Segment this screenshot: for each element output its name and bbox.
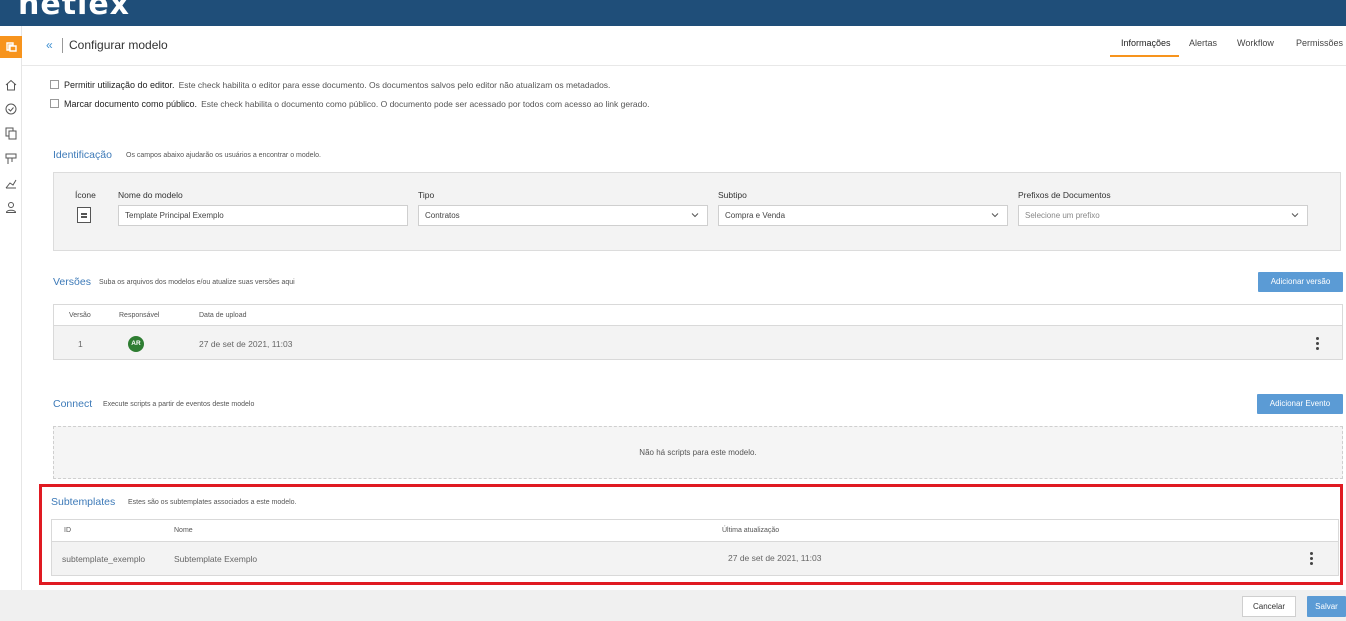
chevron-down-icon: [691, 213, 699, 218]
sidebar-item-templates[interactable]: [0, 36, 22, 58]
kanban-icon[interactable]: [4, 152, 18, 166]
column-header-versao: Versão: [69, 312, 91, 319]
column-header-nome: Nome: [174, 527, 193, 534]
tipo-value: Contratos: [425, 211, 460, 220]
version-number: 1: [78, 339, 83, 349]
documents-icon[interactable]: [4, 126, 18, 140]
subtipo-value: Compra e Venda: [725, 211, 786, 220]
subtemplate-name: Subtemplate Exemplo: [174, 554, 258, 564]
connect-title: Connect: [53, 398, 93, 410]
icon-label: Ícone: [75, 190, 96, 200]
subtemplate-id: subtemplate_exemplo: [62, 554, 146, 564]
header-divider: [62, 38, 63, 53]
versoes-table: Versão Responsável Data de upload 1 AR 2…: [53, 304, 1343, 360]
upload-date: 27 de set de 2021, 11:03: [199, 339, 293, 349]
approval-icon[interactable]: [4, 102, 18, 116]
page-title: Configurar modelo: [69, 38, 168, 52]
subtipo-label: Subtipo: [718, 190, 747, 200]
nome-input[interactable]: Template Principal Exemplo: [118, 205, 408, 226]
public-option-description: Este check habilita o documento como púb…: [201, 99, 650, 109]
netlex-logo[interactable]: netlex: [18, 0, 130, 22]
subtipo-select[interactable]: Compra e Venda: [718, 205, 1008, 226]
connect-description: Execute scripts a partir de eventos dest…: [103, 401, 255, 408]
save-button[interactable]: Salvar: [1307, 596, 1346, 617]
empty-state-text: Não há scripts para este modelo.: [639, 448, 757, 457]
subtemplates-description: Estes são os subtemplates associados a e…: [128, 499, 297, 506]
versoes-title: Versões: [53, 276, 91, 288]
column-header-id: ID: [64, 527, 71, 534]
reports-icon[interactable]: [4, 176, 18, 190]
subtemplates-table: ID Nome Última atualização subtemplate_e…: [51, 519, 1339, 576]
editor-option-description: Este check habilita o editor para esse d…: [178, 80, 611, 90]
prefixos-placeholder: Selecione um prefixo: [1025, 211, 1100, 220]
sidebar: [0, 26, 22, 621]
footer-bar: Cancelar Salvar: [0, 590, 1346, 621]
public-checkbox[interactable]: [50, 99, 59, 108]
table-row[interactable]: 1 AR 27 de set de 2021, 11:03: [54, 325, 1342, 359]
back-button[interactable]: «: [46, 38, 53, 52]
identificacao-panel: Ícone Nome do modelo Template Principal …: [53, 172, 1341, 251]
avatar: AR: [128, 336, 144, 352]
tab-alertas[interactable]: Alertas: [1189, 38, 1217, 48]
subtemplate-updated: 27 de set de 2021, 11:03: [728, 553, 822, 563]
add-version-button[interactable]: Adicionar versão: [1258, 272, 1343, 292]
active-tab-indicator: [1110, 55, 1179, 57]
tipo-select[interactable]: Contratos: [418, 205, 708, 226]
top-bar: netlex: [0, 0, 1346, 26]
chevron-down-icon: [1291, 213, 1299, 218]
editor-option-label: Permitir utilização do editor.: [64, 80, 175, 90]
tipo-label: Tipo: [418, 190, 435, 200]
more-options-icon[interactable]: [1310, 552, 1314, 566]
user-icon[interactable]: [4, 200, 18, 214]
column-header-responsavel: Responsável: [119, 312, 160, 319]
templates-icon: [4, 40, 18, 54]
identificacao-title: Identificação: [53, 149, 112, 161]
document-icon[interactable]: [77, 207, 91, 223]
public-option: Marcar documento como público. Este check…: [64, 99, 649, 109]
tab-workflow[interactable]: Workflow: [1237, 38, 1274, 48]
add-event-button[interactable]: Adicionar Evento: [1257, 394, 1343, 414]
page-header: « Configurar modelo Informações Alertas …: [22, 26, 1346, 66]
cancel-button[interactable]: Cancelar: [1242, 596, 1296, 617]
prefixos-label: Prefixos de Documentos: [1018, 190, 1111, 200]
tab-informacoes[interactable]: Informações: [1121, 38, 1171, 48]
connect-empty-state: Não há scripts para este modelo.: [53, 426, 1343, 479]
more-options-icon[interactable]: [1316, 337, 1320, 351]
column-header-data: Data de upload: [199, 312, 247, 319]
nome-label: Nome do modelo: [118, 190, 183, 200]
table-row[interactable]: subtemplate_exemplo Subtemplate Exemplo …: [52, 541, 1338, 575]
chevron-down-icon: [991, 213, 999, 218]
editor-checkbox[interactable]: [50, 80, 59, 89]
home-icon[interactable]: [4, 78, 18, 92]
editor-option: Permitir utilização do editor. Este check…: [64, 80, 610, 90]
versoes-description: Suba os arquivos dos modelos e/ou atuali…: [99, 279, 295, 286]
column-header-ultima-atualizacao: Última atualização: [722, 527, 780, 534]
tab-permissoes[interactable]: Permissões: [1296, 38, 1343, 48]
subtemplates-title: Subtemplates: [51, 496, 116, 508]
identificacao-description: Os campos abaixo ajudarão os usuários a …: [126, 152, 321, 159]
prefixos-select[interactable]: Selecione um prefixo: [1018, 205, 1308, 226]
public-option-label: Marcar documento como público.: [64, 99, 198, 109]
